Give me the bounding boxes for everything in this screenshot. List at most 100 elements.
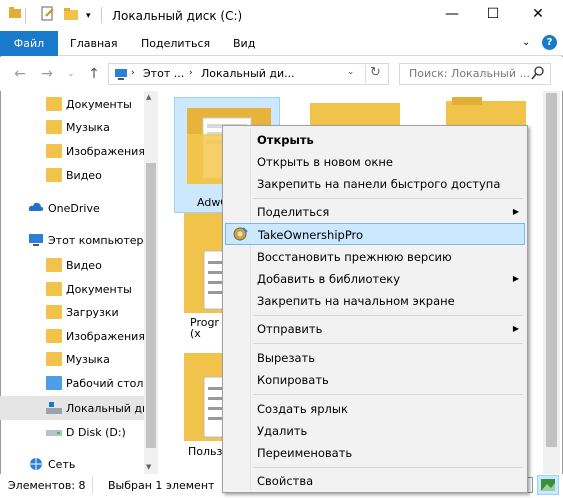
address-divider bbox=[365, 65, 366, 83]
nav-item-label: Видео bbox=[66, 258, 102, 272]
minimize-button[interactable]: — bbox=[432, 0, 472, 28]
menu-item-open-new-window[interactable]: Открыть в новом окне bbox=[225, 151, 525, 173]
nav-item-label: Документы bbox=[66, 282, 132, 296]
nav-item-pictures-2[interactable]: Изображения bbox=[0, 324, 144, 348]
maximize-button[interactable]: ☐ bbox=[473, 0, 513, 28]
nav-item-documents-2[interactable]: Документы bbox=[0, 277, 144, 301]
submenu-arrow-icon: ▶ bbox=[512, 207, 519, 216]
nav-item-video-2[interactable]: Видео bbox=[0, 253, 144, 277]
large-icons-view-icon[interactable] bbox=[537, 475, 559, 495]
tab-view[interactable]: Вид bbox=[233, 31, 255, 56]
tab-home[interactable]: Главная bbox=[70, 31, 118, 56]
forward-arrow-icon[interactable]: → bbox=[38, 65, 56, 83]
nav-item-label: Видео bbox=[66, 168, 102, 182]
help-icon[interactable]: ? bbox=[542, 35, 557, 50]
window-icon[interactable] bbox=[8, 6, 22, 26]
scroll-down-icon[interactable]: ▼ bbox=[146, 463, 151, 471]
status-divider bbox=[92, 476, 93, 494]
menu-item-send-to[interactable]: Отправить ▶ bbox=[225, 318, 525, 340]
downloads-folder-icon bbox=[46, 305, 62, 319]
content-scrollbar-thumb[interactable] bbox=[546, 93, 557, 447]
nav-item-label: Изображения bbox=[66, 144, 144, 158]
context-menu: Открыть Открыть в новом окне Закрепить н… bbox=[222, 125, 528, 493]
menu-item-label: Отправить bbox=[257, 322, 323, 336]
nav-item-this-pc[interactable]: Этот компьютер bbox=[0, 228, 144, 252]
content-scrollbar[interactable] bbox=[543, 91, 560, 474]
menu-item-create-shortcut[interactable]: Создать ярлык bbox=[225, 398, 525, 420]
menu-item-add-to-library[interactable]: Добавить в библиотеку ▶ bbox=[225, 268, 525, 290]
menu-item-label: Переименовать bbox=[257, 446, 353, 460]
menu-item-takeownershippro[interactable]: TakeOwnershipPro bbox=[225, 223, 525, 245]
status-item-count: Элементов: 8 bbox=[8, 479, 86, 492]
search-input[interactable]: Поиск: Локальный ... bbox=[399, 63, 551, 85]
nav-item-pictures[interactable]: Изображения bbox=[0, 139, 144, 163]
nav-item-music-2[interactable]: Музыка bbox=[0, 347, 144, 371]
nav-item-onedrive[interactable]: OneDrive bbox=[0, 196, 144, 220]
expand-ribbon-icon[interactable]: ⌄ bbox=[522, 37, 530, 48]
search-icon[interactable] bbox=[531, 65, 545, 84]
menu-item-open[interactable]: Открыть bbox=[225, 129, 525, 151]
nav-scrollbar-thumb[interactable] bbox=[146, 163, 156, 448]
menu-item-share[interactable]: Поделиться ▶ bbox=[225, 201, 525, 223]
menu-item-label: Открыть bbox=[257, 133, 314, 147]
nav-item-label: Локальный ди bbox=[66, 401, 144, 415]
nav-item-network[interactable]: Сеть bbox=[0, 452, 144, 476]
properties-icon[interactable] bbox=[40, 6, 56, 26]
desktop-folder-icon bbox=[46, 376, 62, 390]
pictures-folder-icon bbox=[46, 329, 62, 343]
menu-item-properties[interactable]: Свойства bbox=[225, 470, 525, 492]
file-item-label: Progr (x bbox=[190, 316, 219, 340]
local-disk-icon bbox=[46, 401, 62, 415]
music-folder-icon bbox=[46, 352, 62, 366]
submenu-arrow-icon: ▶ bbox=[512, 324, 519, 333]
crumb-separator-icon: › bbox=[189, 68, 193, 78]
menu-item-label: Удалить bbox=[257, 424, 308, 438]
nav-item-local-disk[interactable]: Локальный ди bbox=[0, 396, 144, 420]
breadcrumb-this-pc[interactable]: Этот ... bbox=[143, 67, 184, 80]
menu-item-restore-previous[interactable]: Восстановить прежнюю версию bbox=[225, 246, 525, 268]
nav-item-music[interactable]: Музыка bbox=[0, 115, 144, 139]
menu-item-label: Восстановить прежнюю версию bbox=[257, 250, 452, 264]
scroll-up-icon[interactable]: ▲ bbox=[146, 93, 151, 101]
nav-item-video[interactable]: Видео bbox=[0, 163, 144, 187]
search-placeholder: Поиск: Локальный ... bbox=[409, 67, 530, 80]
menu-item-label: Поделиться bbox=[257, 205, 330, 219]
breadcrumb-local-disk[interactable]: Локальный ди... bbox=[201, 67, 295, 80]
tab-file[interactable]: Файл bbox=[0, 31, 58, 56]
new-folder-icon[interactable] bbox=[63, 6, 79, 26]
nav-item-label: Сеть bbox=[48, 457, 76, 471]
menu-item-label: TakeOwnershipPro bbox=[258, 228, 364, 242]
menu-separator bbox=[253, 394, 523, 395]
computer-icon bbox=[28, 233, 44, 247]
back-arrow-icon[interactable]: ← bbox=[11, 65, 29, 83]
address-history-icon[interactable]: ⌄ bbox=[347, 67, 355, 77]
menu-item-label: Копировать bbox=[257, 373, 329, 387]
menu-item-label: Добавить в библиотеку bbox=[257, 272, 401, 286]
network-icon bbox=[28, 457, 44, 471]
toolbar-separator bbox=[25, 8, 26, 24]
tab-share[interactable]: Поделиться bbox=[141, 31, 210, 56]
menu-item-copy[interactable]: Копировать bbox=[225, 369, 525, 391]
nav-item-documents[interactable]: Документы bbox=[0, 92, 144, 116]
refresh-icon[interactable]: ↻ bbox=[370, 65, 381, 80]
customize-toolbar-icon[interactable]: ▾ bbox=[86, 6, 96, 26]
video-folder-icon bbox=[46, 168, 62, 182]
close-button[interactable]: ✕ bbox=[518, 0, 558, 28]
up-arrow-icon[interactable]: ↑ bbox=[85, 65, 103, 83]
nav-item-d-disk[interactable]: D Disk (D:) bbox=[0, 420, 144, 444]
window-title: Локальный диск (C:) bbox=[112, 9, 243, 23]
menu-item-cut[interactable]: Вырезать bbox=[225, 347, 525, 369]
menu-item-pin-start[interactable]: Закрепить на начальном экране bbox=[225, 290, 525, 312]
recent-locations-icon[interactable]: ⌄ bbox=[62, 65, 80, 83]
menu-item-rename[interactable]: Переименовать bbox=[225, 442, 525, 464]
documents-folder-icon bbox=[46, 282, 62, 296]
nav-item-label: Изображения bbox=[66, 329, 144, 343]
address-bar[interactable]: › Этот ... › Локальный ди... ⌄ ↻ bbox=[108, 63, 389, 85]
nav-item-label: Музыка bbox=[66, 352, 110, 366]
menu-separator bbox=[253, 343, 523, 344]
nav-item-label: Этот компьютер bbox=[48, 233, 144, 247]
menu-item-pin-quick-access[interactable]: Закрепить на панели быстрого доступа bbox=[225, 173, 525, 195]
nav-item-downloads[interactable]: Загрузки bbox=[0, 300, 144, 324]
nav-item-desktop[interactable]: Рабочий стол bbox=[0, 371, 144, 395]
menu-item-delete[interactable]: Удалить bbox=[225, 420, 525, 442]
